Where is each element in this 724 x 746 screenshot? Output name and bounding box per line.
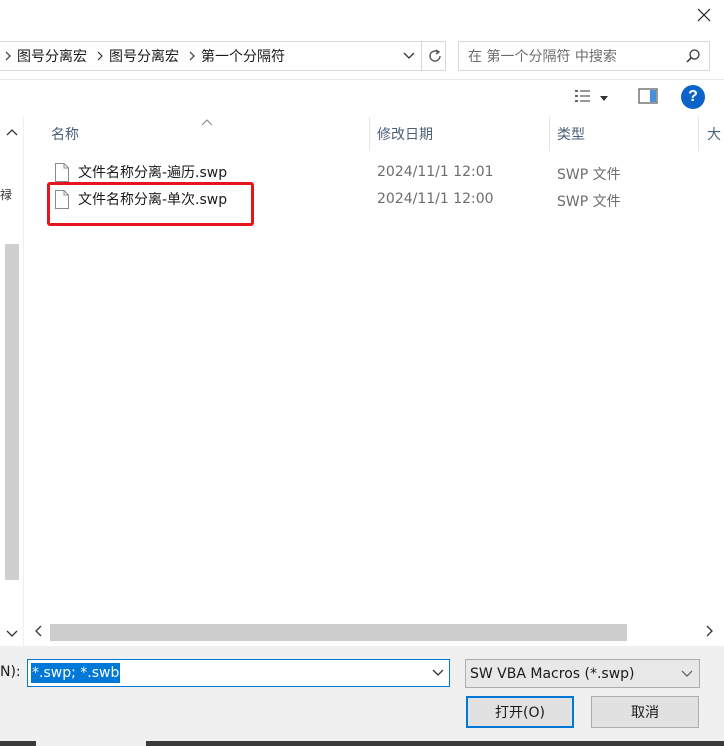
filename-label: N): (0, 664, 21, 680)
file-type: SWP 文件 (557, 194, 621, 210)
chevron-up-icon[interactable] (6, 124, 18, 140)
file-type: SWP 文件 (557, 167, 621, 183)
toolbar-divider (0, 79, 724, 80)
help-button[interactable]: ? (681, 85, 705, 109)
breadcrumb-item[interactable]: 图号分离宏 (109, 46, 183, 66)
breadcrumb-item[interactable]: 图号分离宏 (17, 46, 91, 66)
address-bar[interactable]: 图号分离宏 图号分离宏 第一个分隔符 (0, 41, 446, 71)
column-header-label: 类型 (557, 127, 585, 143)
search-icon[interactable] (685, 48, 701, 68)
preview-pane-icon (638, 88, 658, 108)
filename-value: *.swp; *.swb (31, 663, 121, 683)
column-divider[interactable] (369, 117, 370, 151)
close-button[interactable] (684, 0, 724, 34)
column-header-label: 名称 (51, 127, 79, 143)
nav-item-fragment[interactable]: 禄 (0, 186, 12, 203)
file-date: 2024/11/1 12:00 (377, 191, 494, 207)
file-icon (54, 162, 70, 182)
column-header-name[interactable]: 名称 (51, 117, 361, 151)
preview-pane-button[interactable] (634, 84, 662, 112)
chevron-down-icon[interactable] (6, 626, 18, 642)
column-divider[interactable] (698, 117, 699, 151)
close-icon (697, 8, 711, 26)
chevron-right-icon[interactable] (706, 625, 714, 641)
chevron-down-icon (600, 90, 608, 106)
cancel-button[interactable]: 取消 (591, 696, 699, 728)
column-header-date[interactable]: 修改日期 (377, 117, 542, 151)
scrollbar-thumb[interactable] (50, 624, 627, 641)
view-options-button[interactable] (566, 84, 616, 112)
breadcrumb-item[interactable]: 第一个分隔符 (201, 46, 289, 66)
window-edge (146, 741, 724, 746)
window-edge (0, 741, 36, 746)
file-name: 文件名称分离-遍历.swp (78, 165, 228, 181)
filetype-select[interactable]: SW VBA Macros (*.swp) (465, 659, 700, 688)
help-icon: ? (688, 88, 698, 105)
search-box[interactable]: 在 第一个分隔符 中搜索 (458, 41, 710, 71)
column-header-label: 大 (707, 127, 721, 143)
cancel-button-label: 取消 (631, 705, 659, 721)
chevron-left-icon[interactable] (34, 625, 42, 641)
column-header-type[interactable]: 类型 (557, 117, 692, 151)
chevron-right-icon[interactable] (91, 42, 109, 70)
column-header-size[interactable]: 大 (707, 117, 724, 151)
chevron-right-icon[interactable] (0, 42, 17, 70)
chevron-down-icon[interactable] (427, 660, 449, 686)
open-button[interactable]: 打开(O) (466, 696, 574, 728)
highlight-box (47, 182, 254, 226)
search-placeholder: 在 第一个分隔符 中搜索 (468, 49, 617, 65)
column-header-label: 修改日期 (377, 127, 433, 143)
file-date: 2024/11/1 12:01 (377, 164, 494, 180)
column-divider[interactable] (549, 117, 550, 151)
chevron-right-icon[interactable] (183, 42, 201, 70)
chevron-down-icon[interactable] (397, 42, 421, 70)
filetype-value: SW VBA Macros (*.swp) (470, 665, 635, 682)
filename-input[interactable]: *.swp; *.swb (27, 659, 450, 687)
nav-scrollbar-thumb[interactable] (5, 244, 19, 580)
chevron-down-icon (677, 660, 697, 687)
open-button-label: 打开(O) (495, 705, 545, 721)
view-options-icon (574, 88, 592, 108)
refresh-icon[interactable] (421, 42, 447, 70)
